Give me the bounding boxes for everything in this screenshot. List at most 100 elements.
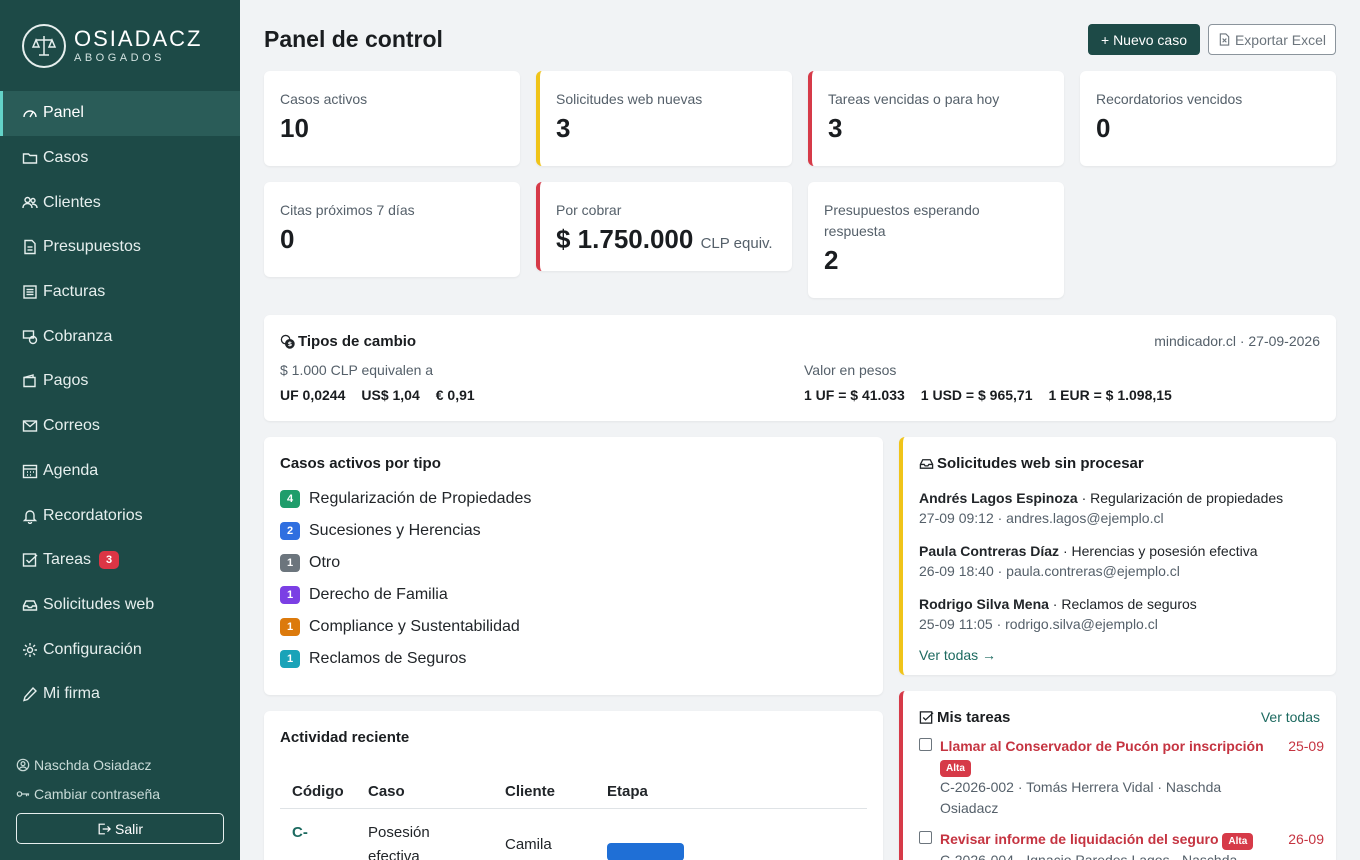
case-type-label: Derecho de Familia bbox=[309, 586, 448, 603]
stat-card-receivable[interactable]: Por cobrar $ 1.750.000 CLP equiv. bbox=[536, 182, 792, 271]
logout-button[interactable]: Salir bbox=[16, 813, 224, 844]
change-password-link[interactable]: Cambiar contraseña bbox=[16, 786, 160, 802]
check-square-icon bbox=[919, 711, 934, 724]
list-item[interactable]: Paula Contreras Díaz · Herencias y poses… bbox=[919, 541, 1324, 582]
stat-card-quotes-pending[interactable]: Presupuestos esperando respuesta 2 bbox=[808, 182, 1064, 298]
list-item[interactable]: 4 Regularización de Propiedades bbox=[280, 483, 531, 515]
list-item[interactable]: Llamar al Conservador de Pucón por inscr… bbox=[919, 736, 1324, 819]
sidebar-item-cobranza[interactable]: Cobranza bbox=[0, 314, 240, 359]
folder-icon bbox=[22, 150, 38, 166]
sidebar-item-label: Presupuestos bbox=[43, 238, 141, 256]
task-checkbox[interactable] bbox=[919, 738, 932, 751]
case-type-label: Sucesiones y Herencias bbox=[309, 522, 481, 539]
sidebar-item-solicitudes-web[interactable]: Solicitudes web bbox=[0, 583, 240, 628]
stat-label: Presupuestos esperando respuesta bbox=[824, 202, 980, 239]
list-item[interactable]: Revisar informe de liquidación del segur… bbox=[919, 829, 1324, 860]
see-all-tasks-link[interactable]: Ver todas bbox=[1261, 709, 1320, 725]
count-badge: 1 bbox=[280, 554, 300, 572]
calendar-icon bbox=[22, 463, 38, 479]
column-header[interactable]: Caso bbox=[356, 775, 493, 809]
table-header-row: Código Caso Cliente Etapa bbox=[280, 775, 867, 809]
stat-value: 0 bbox=[1096, 113, 1111, 143]
receivable-amount: $ 1.750.000 bbox=[556, 224, 694, 254]
stat-label: Citas próximos 7 días bbox=[280, 202, 415, 218]
task-title[interactable]: Revisar informe de liquidación del segur… bbox=[940, 831, 1219, 847]
fx-left-label: $ 1.000 CLP equivalen a bbox=[280, 362, 434, 378]
column-header[interactable]: Cliente bbox=[493, 775, 595, 809]
tasks-list: Llamar al Conservador de Pucón por inscr… bbox=[919, 736, 1324, 860]
column-header[interactable]: Código bbox=[280, 775, 356, 809]
sidebar-item-correos[interactable]: Correos bbox=[0, 404, 240, 449]
gear-icon bbox=[22, 642, 38, 658]
sidebar-item-label: Recordatorios bbox=[43, 506, 143, 524]
case-type-label: Regularización de Propiedades bbox=[309, 490, 532, 507]
sidebar-item-clientes[interactable]: Clientes bbox=[0, 180, 240, 225]
web-requests-card: Solicitudes web sin procesar Andrés Lago… bbox=[899, 437, 1336, 675]
scales-icon bbox=[22, 24, 66, 68]
fx-value: 1 USD = $ 965,71 bbox=[920, 387, 1033, 403]
task-meta: C-2026-002 · Tomás Herrera Vidal · Nasch… bbox=[940, 779, 1222, 816]
task-title[interactable]: Llamar al Conservador de Pucón por inscr… bbox=[940, 738, 1264, 754]
sidebar-item-pagos[interactable]: Pagos bbox=[0, 359, 240, 404]
list-item[interactable]: 1 Otro bbox=[280, 547, 531, 579]
sidebar-item-recordatorios[interactable]: Recordatorios bbox=[0, 493, 240, 538]
sidebar-item-configuracion[interactable]: Configuración bbox=[0, 627, 240, 672]
case-code-link[interactable]: C- bbox=[292, 824, 308, 841]
sidebar-item-casos[interactable]: Casos bbox=[0, 136, 240, 181]
sidebar-item-mi-firma[interactable]: Mi firma bbox=[0, 672, 240, 717]
exchange-rates-card: $ Tipos de cambio mindicador.cl · 27-09-… bbox=[264, 315, 1336, 421]
sidebar-item-panel[interactable]: Panel bbox=[0, 91, 240, 136]
recent-activity-card: Actividad reciente Código Caso Cliente E… bbox=[264, 711, 883, 860]
fx-value: 1 UF = $ 41.033 bbox=[804, 387, 905, 403]
gauge-icon bbox=[22, 105, 38, 121]
task-checkbox[interactable] bbox=[919, 831, 932, 844]
fx-left-values: UF 0,0244 US$ 1,04 € 0,91 bbox=[280, 387, 475, 403]
sidebar-item-presupuestos[interactable]: Presupuestos bbox=[0, 225, 240, 270]
request-meta: 25-09 11:05 · rodrigo.silva@ejemplo.cl bbox=[919, 616, 1158, 632]
new-case-button[interactable]: + Nuevo caso bbox=[1088, 24, 1200, 55]
stat-card-overdue-reminders[interactable]: Recordatorios vencidos 0 bbox=[1080, 71, 1336, 166]
page-title: Panel de control bbox=[264, 26, 443, 52]
brand-subtitle: ABOGADOS bbox=[74, 52, 165, 64]
list-item[interactable]: Rodrigo Silva Mena · Reclamos de seguros… bbox=[919, 594, 1324, 635]
table-row[interactable]: C- Posesión efectiva Camila bbox=[280, 809, 867, 860]
column-header[interactable]: Etapa bbox=[595, 775, 867, 809]
sidebar-item-label: Configuración bbox=[43, 640, 142, 658]
brand[interactable]: OSIADACZ ABOGADOS bbox=[22, 24, 202, 68]
stat-value: 3 bbox=[556, 113, 571, 143]
stat-label: Tareas vencidas o para hoy bbox=[828, 91, 1000, 107]
sidebar-item-label: Cobranza bbox=[43, 327, 113, 345]
stat-card-overdue-tasks[interactable]: Tareas vencidas o para hoy 3 bbox=[808, 71, 1064, 166]
export-excel-button[interactable]: Exportar Excel bbox=[1208, 24, 1336, 55]
sidebar-item-tareas[interactable]: Tareas 3 bbox=[0, 538, 240, 583]
sidebar-item-agenda[interactable]: Agenda bbox=[0, 449, 240, 494]
requester-name: Rodrigo Silva Mena bbox=[919, 596, 1049, 612]
card-title: Solicitudes web sin procesar bbox=[919, 455, 1144, 472]
person-circle-icon bbox=[16, 758, 30, 772]
stat-value: 10 bbox=[280, 113, 309, 143]
export-excel-label: Exportar Excel bbox=[1234, 31, 1327, 48]
list-item[interactable]: 1 Reclamos de Seguros bbox=[280, 643, 531, 675]
inbox-icon bbox=[22, 597, 38, 613]
list-item[interactable]: 1 Compliance y Sustentabilidad bbox=[280, 611, 531, 643]
cash-coin-icon bbox=[22, 329, 38, 345]
user-name: Naschda Osiadacz bbox=[34, 757, 152, 773]
stat-card-appointments[interactable]: Citas próximos 7 días 0 bbox=[264, 182, 520, 277]
stat-value: 3 bbox=[828, 113, 843, 143]
requester-name: Andrés Lagos Espinoza bbox=[919, 490, 1078, 506]
list-item[interactable]: 1 Derecho de Familia bbox=[280, 579, 531, 611]
sidebar-item-facturas[interactable]: Facturas bbox=[0, 270, 240, 315]
current-user[interactable]: Naschda Osiadacz bbox=[16, 757, 152, 773]
see-all-requests-link[interactable]: Ver todas → bbox=[919, 647, 1324, 663]
card-title-text: Mis tareas bbox=[937, 709, 1011, 726]
stat-card-web-requests[interactable]: Solicitudes web nuevas 3 bbox=[536, 71, 792, 166]
stat-card-active-cases[interactable]: Casos activos 10 bbox=[264, 71, 520, 166]
people-icon bbox=[22, 195, 38, 211]
file-excel-icon bbox=[1219, 33, 1230, 46]
request-topic: · Regularización de propiedades bbox=[1077, 490, 1284, 506]
list-item[interactable]: Andrés Lagos Espinoza · Regularización d… bbox=[919, 488, 1324, 529]
list-item[interactable]: 2 Sucesiones y Herencias bbox=[280, 515, 531, 547]
inbox-icon bbox=[919, 459, 934, 469]
sidebar-item-label: Pagos bbox=[43, 372, 89, 390]
case-types-card: Casos activos por tipo 4 Regularización … bbox=[264, 437, 883, 695]
